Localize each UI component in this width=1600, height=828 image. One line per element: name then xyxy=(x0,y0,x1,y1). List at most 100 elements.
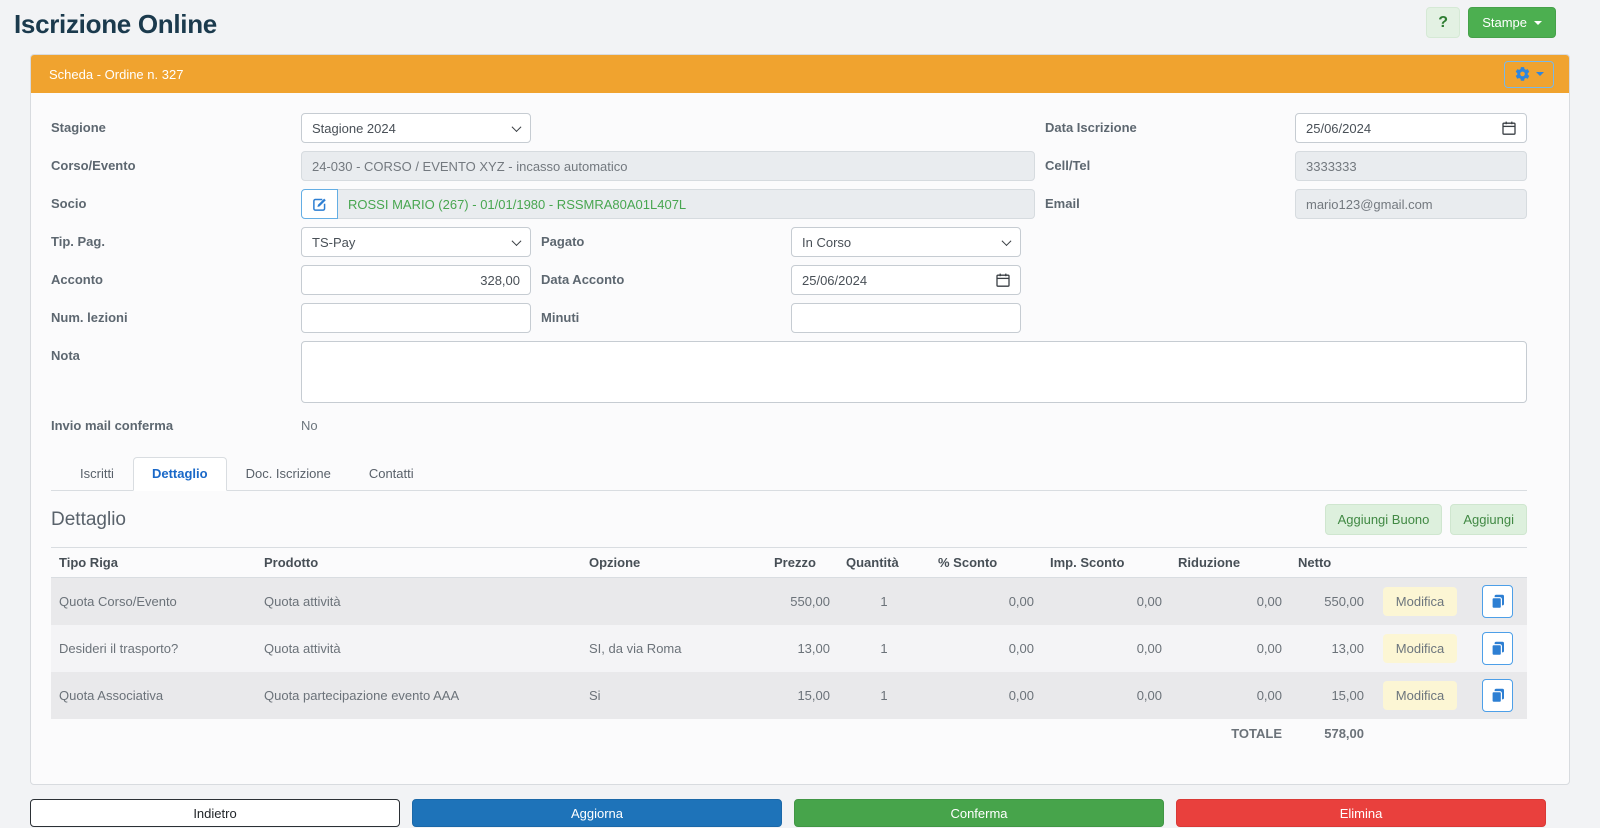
cell-riduzione: 0,00 xyxy=(1256,594,1282,609)
tab-bar: Iscritti Dettaglio Doc. Iscrizione Conta… xyxy=(51,457,1527,491)
cell-riduzione: 0,00 xyxy=(1256,641,1282,656)
col-actions xyxy=(1372,547,1468,578)
cell-tipo-riga: Desideri il trasporto? xyxy=(59,641,179,656)
socio-label: Socio xyxy=(51,196,87,211)
dettaglio-section-header: Dettaglio Aggiungi Buono Aggiungi xyxy=(51,504,1527,535)
col-opzione: Opzione xyxy=(581,547,766,578)
card-body: Stagione Stagione 2024 Data Iscrizione 2… xyxy=(31,93,1569,784)
pagato-label: Pagato xyxy=(541,234,585,249)
col-copy xyxy=(1468,547,1527,578)
minuti-label: Minuti xyxy=(541,310,580,325)
data-iscrizione-input[interactable]: 25/06/2024 xyxy=(1295,113,1527,143)
aggiungi-button[interactable]: Aggiungi xyxy=(1450,504,1527,535)
dettaglio-table: Tipo Riga Prodotto Opzione Prezzo Quanti… xyxy=(51,547,1527,748)
acconto-label: Acconto xyxy=(51,272,103,287)
col-prodotto: Prodotto xyxy=(256,547,581,578)
cell-prodotto: Quota partecipazione evento AAA xyxy=(264,688,460,703)
copy-icon xyxy=(1490,688,1504,703)
tab-doc-iscrizione[interactable]: Doc. Iscrizione xyxy=(227,457,350,491)
cell-quantita: 1 xyxy=(880,688,888,703)
cell-tipo-riga: Quota Corso/Evento xyxy=(59,594,177,609)
card-header-title: Scheda - Ordine n. 327 xyxy=(49,66,184,82)
copy-row-button[interactable] xyxy=(1482,632,1513,665)
cell-prodotto: Quota attività xyxy=(264,641,341,656)
invio-mail-label: Invio mail conferma xyxy=(51,418,174,433)
stagione-select-value: Stagione 2024 xyxy=(312,120,396,136)
cell-netto: 13,00 xyxy=(1331,641,1364,656)
col-sconto-pct: % Sconto xyxy=(930,547,1042,578)
cell-riduzione: 0,00 xyxy=(1256,688,1282,703)
tab-dettaglio[interactable]: Dettaglio xyxy=(132,457,227,491)
aggiorna-button[interactable]: Aggiorna xyxy=(412,799,782,827)
stampe-button[interactable]: Stampe xyxy=(1468,7,1556,38)
cell-prezzo: 550,00 xyxy=(790,594,830,609)
minuti-input[interactable] xyxy=(791,303,1021,333)
stagione-select[interactable]: Stagione 2024 xyxy=(301,113,531,143)
chevron-down-icon xyxy=(511,121,522,132)
email-input xyxy=(1295,189,1527,219)
copy-icon xyxy=(1490,594,1504,609)
caret-down-icon xyxy=(1534,20,1542,25)
cell-tipo-riga: Quota Associativa xyxy=(59,688,164,703)
stagione-label: Stagione xyxy=(51,120,106,135)
cell-prezzo: 13,00 xyxy=(797,641,830,656)
nota-label: Nota xyxy=(51,348,80,363)
num-lezioni-input[interactable] xyxy=(301,303,531,333)
help-button[interactable]: ? xyxy=(1426,7,1461,38)
conferma-button[interactable]: Conferma xyxy=(794,799,1164,827)
data-iscrizione-value: 25/06/2024 xyxy=(1306,120,1372,136)
table-header-row: Tipo Riga Prodotto Opzione Prezzo Quanti… xyxy=(51,547,1527,578)
page-actions: ? Stampe xyxy=(1426,7,1556,38)
data-iscrizione-label: Data Iscrizione xyxy=(1045,120,1137,135)
caret-down-icon xyxy=(1536,72,1544,76)
corso-evento-input xyxy=(301,151,1035,181)
cell-imp-sconto: 0,00 xyxy=(1136,594,1162,609)
chevron-down-icon xyxy=(511,235,522,246)
socio-edit-button[interactable] xyxy=(301,189,338,219)
num-lezioni-label: Num. lezioni xyxy=(51,310,128,325)
aggiungi-buono-button[interactable]: Aggiungi Buono xyxy=(1324,504,1443,535)
col-prezzo: Prezzo xyxy=(766,547,838,578)
modifica-button[interactable]: Modifica xyxy=(1382,634,1458,663)
socio-input xyxy=(338,189,1035,219)
modifica-button[interactable]: Modifica xyxy=(1382,587,1458,616)
dettaglio-section-title: Dettaglio xyxy=(51,508,126,530)
cell-netto: 15,00 xyxy=(1331,688,1364,703)
copy-row-button[interactable] xyxy=(1482,679,1513,712)
calendar-icon xyxy=(996,273,1010,287)
col-tipo-riga: Tipo Riga xyxy=(51,547,256,578)
cell-sconto-pct: 0,00 xyxy=(1008,641,1034,656)
cell-prodotto: Quota attività xyxy=(264,594,341,609)
card-header: Scheda - Ordine n. 327 xyxy=(31,55,1569,93)
acconto-input[interactable] xyxy=(301,265,531,295)
col-imp-sconto: Imp. Sconto xyxy=(1042,547,1170,578)
cell-tel-input xyxy=(1295,151,1527,181)
col-riduzione: Riduzione xyxy=(1170,547,1290,578)
copy-row-button[interactable] xyxy=(1482,585,1513,618)
indietro-button[interactable]: Indietro xyxy=(30,799,400,827)
col-netto: Netto xyxy=(1290,547,1372,578)
cell-tel-label: Cell/Tel xyxy=(1045,158,1091,173)
tab-iscritti[interactable]: Iscritti xyxy=(61,457,133,491)
edit-icon xyxy=(313,198,326,211)
modifica-button[interactable]: Modifica xyxy=(1382,681,1458,710)
socio-field-group xyxy=(301,189,1035,219)
cell-sconto-pct: 0,00 xyxy=(1008,594,1034,609)
elimina-button[interactable]: Elimina xyxy=(1176,799,1546,827)
settings-button[interactable] xyxy=(1504,60,1554,88)
tab-contatti[interactable]: Contatti xyxy=(350,457,433,491)
data-acconto-input[interactable]: 25/06/2024 xyxy=(791,265,1021,295)
col-quantita: Quantità xyxy=(838,547,930,578)
table-total-row: TOTALE 578,00 xyxy=(51,719,1527,748)
table-row: Quota Associativa Quota partecipazione e… xyxy=(51,672,1527,719)
tip-pag-select[interactable]: TS-Pay xyxy=(301,227,531,257)
scheda-card: Scheda - Ordine n. 327 Stagione Stagione… xyxy=(30,54,1570,785)
nota-textarea[interactable] xyxy=(301,341,1527,403)
cell-quantita: 1 xyxy=(880,594,888,609)
pagato-select[interactable]: In Corso xyxy=(791,227,1021,257)
copy-icon xyxy=(1490,641,1504,656)
tip-pag-label: Tip. Pag. xyxy=(51,234,105,249)
pagato-select-value: In Corso xyxy=(802,234,852,250)
cell-prezzo: 15,00 xyxy=(797,688,830,703)
data-acconto-value: 25/06/2024 xyxy=(802,272,868,288)
